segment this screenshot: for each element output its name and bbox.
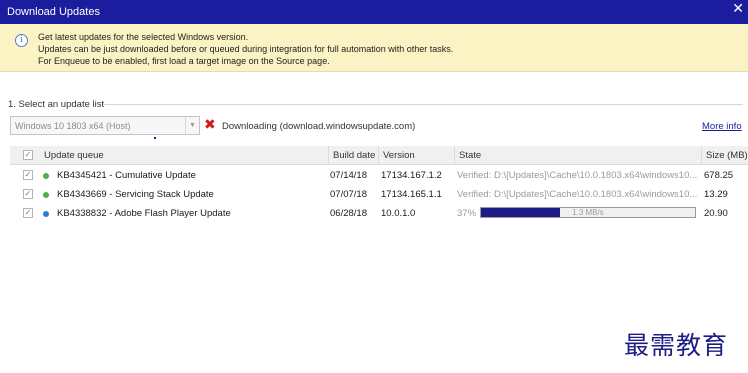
window-title: Download Updates (7, 6, 100, 18)
table-row[interactable]: ✓ KB4343669 - Servicing Stack Update 07/… (10, 185, 748, 204)
build-date: 07/14/18 (330, 170, 367, 181)
col-update-queue[interactable]: Update queue (40, 146, 328, 165)
col-size[interactable]: Size (MB) (701, 146, 748, 165)
stop-x-icon[interactable]: ✖ (204, 117, 216, 131)
focus-dot (154, 137, 156, 139)
version: 17134.165.1.1 (381, 189, 442, 200)
version: 10.0.1.0 (381, 208, 416, 219)
table-header: ✓ Update queue Build date Version State … (10, 146, 748, 165)
info-icon: i (15, 34, 28, 47)
state: Verified: D:\[Updates]\Cache\10.0.1803.x… (457, 189, 697, 200)
update-list-value: Windows 10 1803 x64 (Host) (15, 121, 131, 131)
col-state[interactable]: State (454, 146, 701, 165)
row-checkbox[interactable]: ✓ (23, 208, 33, 218)
watermark-logo: 最需教育 (624, 331, 729, 360)
close-icon[interactable]: ✕ (732, 1, 744, 15)
update-name: KB4338832 - Adobe Flash Player Update (57, 208, 231, 219)
more-info-link[interactable]: More info (702, 121, 742, 132)
size: 678.25 (704, 170, 734, 181)
row-checkbox[interactable]: ✓ (23, 189, 33, 199)
table-row[interactable]: ✓ KB4345421 - Cumulative Update 07/14/18… (10, 166, 748, 185)
col-version[interactable]: Version (378, 146, 454, 165)
select-all-checkbox[interactable]: ✓ (23, 150, 33, 160)
status-dot (43, 192, 49, 198)
status-dot (43, 211, 49, 217)
update-name: KB4345421 - Cumulative Update (57, 170, 196, 181)
title-bar: Download Updates ✕ (0, 0, 748, 24)
section-divider (103, 104, 743, 105)
size: 20.90 (704, 208, 728, 219)
version: 17134.167.1.2 (381, 170, 442, 181)
update-list-dropdown[interactable]: Windows 10 1803 x64 (Host) ▼ (10, 116, 200, 135)
update-name: KB4343669 - Servicing Stack Update (57, 189, 214, 200)
info-banner: i Get latest updates for the selected Wi… (0, 24, 748, 72)
state: Verified: D:\[Updates]\Cache\10.0.1803.x… (457, 170, 697, 181)
row-checkbox[interactable]: ✓ (23, 170, 33, 180)
build-date: 07/07/18 (330, 189, 367, 200)
download-speed: 1.3 MB/s (572, 208, 604, 217)
download-progress-bar: 1.3 MB/s (480, 207, 696, 218)
build-date: 06/28/18 (330, 208, 367, 219)
info-line-1: Get latest updates for the selected Wind… (38, 32, 249, 42)
info-line-3: For Enqueue to be enabled, first load a … (38, 56, 330, 66)
chevron-down-icon[interactable]: ▼ (185, 117, 199, 134)
download-status-text: Downloading (download.windowsupdate.com) (222, 121, 416, 132)
info-line-2: Updates can be just downloaded before or… (38, 44, 454, 54)
col-build-date[interactable]: Build date (328, 146, 378, 165)
size: 13.29 (704, 189, 728, 200)
status-dot (43, 173, 49, 179)
section-label-update-list: 1. Select an update list (8, 99, 105, 110)
